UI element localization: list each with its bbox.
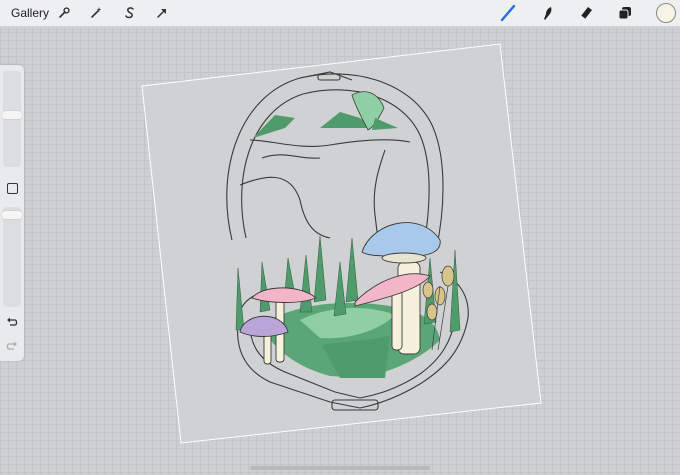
gallery-button[interactable]: Gallery [11,6,49,20]
brush-opacity-slider[interactable] [2,207,22,307]
smudge-icon[interactable] [537,3,557,23]
brush-icon[interactable] [498,3,518,23]
canvas-frame [141,43,542,444]
drawing-canvas[interactable] [0,0,680,475]
eraser-icon[interactable] [576,3,596,23]
undo-icon[interactable] [5,315,19,329]
layers-icon[interactable] [615,3,635,23]
home-indicator [250,466,430,470]
redo-icon[interactable] [5,339,19,353]
left-sidebar [0,65,24,361]
brush-size-slider[interactable] [2,71,22,167]
modify-button[interactable] [7,183,18,194]
arrow-cursor-icon[interactable] [152,3,172,23]
wrench-icon[interactable] [54,3,74,23]
selection-s-icon[interactable] [120,3,140,23]
magic-wand-icon[interactable] [86,3,106,23]
brush-size-thumb[interactable] [2,111,22,119]
brush-opacity-thumb[interactable] [2,211,22,219]
top-toolbar: Gallery [0,0,680,27]
color-picker-swatch[interactable] [656,3,676,23]
